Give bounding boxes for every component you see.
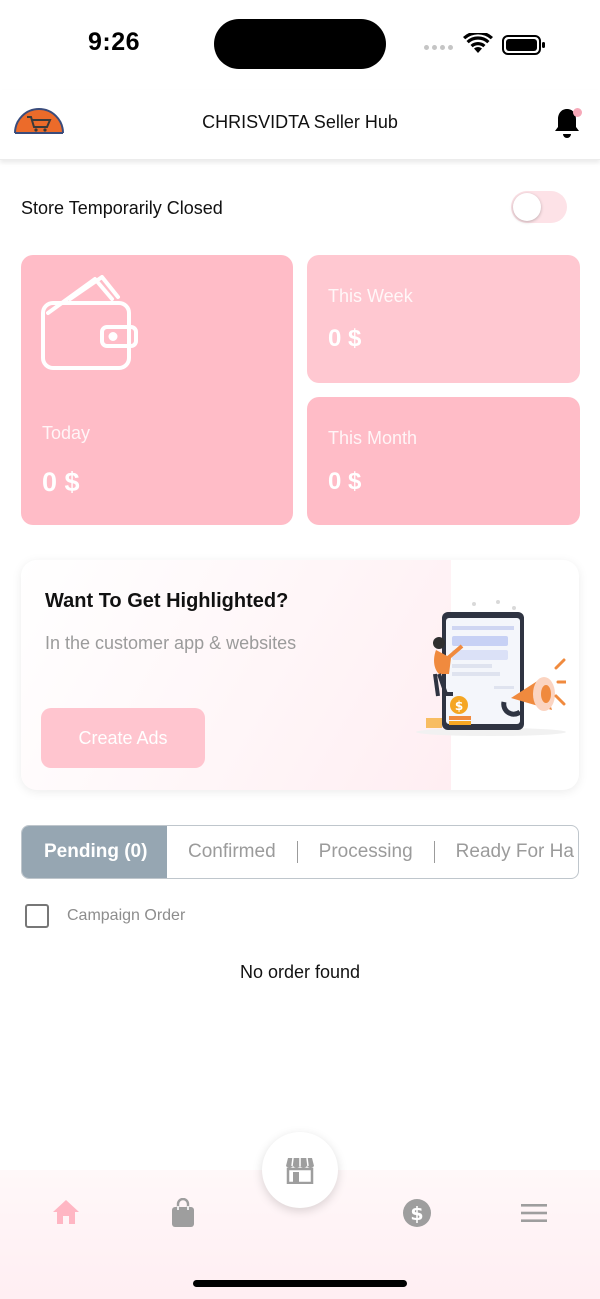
notification-badge [573,108,582,117]
store-closed-toggle[interactable] [511,191,567,223]
app-header: CHRISVIDTA Seller Hub [0,90,600,160]
empty-orders-message: No order found [239,962,361,982]
svg-text:$: $ [455,699,463,713]
campaign-order-label: Campaign Order [67,907,186,924]
today-earnings-card: Today 0 $ [21,255,293,525]
month-value: 0 $ [328,468,362,495]
status-time: 9:26 [88,28,141,56]
order-status-tabs: Pending (0) Confirmed Processing Ready F… [21,825,579,879]
wifi-icon [463,33,493,53]
today-label: Today [42,423,91,443]
home-icon[interactable] [51,1198,81,1226]
svg-text:$: $ [410,1203,423,1225]
create-ads-button[interactable]: Create Ads [41,708,205,768]
store-status-label: Store Temporarily Closed [21,198,223,218]
store-status-row: Store Temporarily Closed [21,191,581,223]
battery-icon [502,35,545,55]
ads-banner: Want To Get Highlighted? In the customer… [21,560,579,790]
store-button[interactable] [262,1132,338,1208]
campaign-order-checkbox[interactable] [25,904,49,928]
dollar-icon[interactable]: $ [402,1198,432,1228]
campaign-order-row: Campaign Order [25,904,185,928]
week-earnings-card: This Week 0 $ [307,255,580,383]
tab-pending[interactable]: Pending (0) [22,826,167,878]
month-label: This Month [328,428,418,448]
page-title: CHRISVIDTA Seller Hub [202,112,398,132]
status-bar: 9:26 [0,0,600,90]
today-value: 0 $ [42,467,80,497]
store-icon [286,1157,314,1184]
week-label: This Week [328,286,413,306]
home-indicator [193,1280,407,1287]
ads-title: Want To Get Highlighted? [45,590,289,612]
advertising-illustration-icon: $ [416,600,566,736]
toggle-knob [513,193,541,221]
menu-icon[interactable] [520,1203,548,1223]
shopping-bag-icon[interactable] [170,1198,196,1228]
tab-confirmed[interactable]: Confirmed [167,826,297,878]
tab-processing[interactable]: Processing [298,826,434,878]
ads-subtitle: In the customer app & websites [45,633,297,653]
signal-icon [424,45,453,50]
month-earnings-card: This Month 0 $ [307,397,580,525]
dynamic-island [214,19,386,69]
tab-ready-for-handover[interactable]: Ready For Ha [435,826,574,878]
wallet-icon [41,275,138,370]
week-value: 0 $ [328,325,362,352]
